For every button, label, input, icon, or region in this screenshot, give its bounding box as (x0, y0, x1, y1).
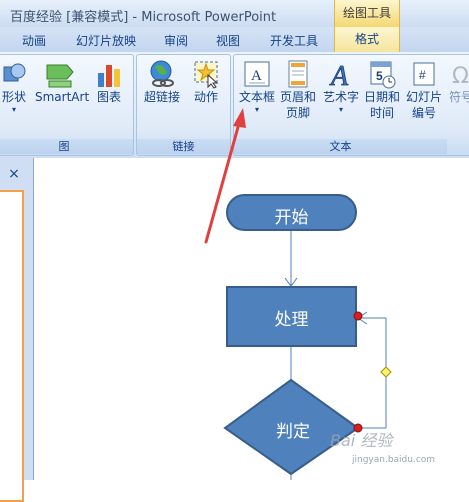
slide-number-glyph: # (419, 68, 426, 82)
slide-number-button[interactable]: # 幻灯片 编号 (404, 59, 444, 121)
smartart-icon (46, 64, 74, 88)
action-icon (194, 61, 219, 89)
tab-developer[interactable]: 开发工具 (270, 32, 318, 49)
slide-thumbnail[interactable] (0, 190, 24, 502)
calendar-clock-icon: 5 (370, 61, 396, 89)
start-shape-label: 开始 (274, 208, 309, 228)
smartart-button[interactable]: SmartArt (35, 59, 90, 105)
action-button[interactable]: 动作 (187, 59, 225, 105)
dropdown-arrow-icon: ▾ (254, 105, 259, 114)
action-label: 动作 (193, 90, 218, 104)
slide-number-label-line1: 幻灯片 (405, 90, 442, 104)
header-footer-label-line2: 页脚 (285, 106, 310, 120)
ribbon-tab-bar: 动画 幻灯片放映 审阅 视图 开发工具 格式 (0, 27, 469, 52)
calendar-digit: 5 (376, 69, 383, 83)
shapes-icon (3, 63, 26, 82)
baidu-watermark-url: jingyan.baidu.com (352, 455, 436, 465)
globe-link-icon (150, 60, 174, 87)
chart-icon (98, 65, 120, 87)
omega-symbol-icon: Ω (452, 64, 469, 89)
symbol-button[interactable]: Ω 符号 (446, 59, 469, 105)
group-label-text: 文本 (234, 139, 447, 154)
dropdown-arrow-icon: ▾ (11, 105, 16, 114)
shapes-button[interactable]: 形状 ▾ (0, 59, 29, 115)
ribbon-group-links: 超链接 动作 链接 (136, 54, 231, 156)
window-title: 百度经验 [兼容模式] - Microsoft PowerPoint (10, 10, 277, 25)
wordart-label: 艺术字 (322, 90, 359, 104)
drawing-tools-context-header: 绘图工具 (334, 0, 400, 27)
ribbon-group-text: A 文本框 ▾ 页眉和 页脚 A 艺术字 ▾ 5 日期和 时间 # 幻灯片 编号… (233, 54, 469, 156)
close-pane-icon[interactable]: × (4, 166, 24, 182)
header-footer-button[interactable]: 页眉和 页脚 (278, 59, 318, 121)
chart-button[interactable]: 图表 (91, 59, 127, 105)
svg-text:A: A (251, 68, 262, 84)
slide-number-label-line2: 编号 (411, 106, 436, 120)
process-shape-label: 处理 (274, 310, 309, 330)
chart-label: 图表 (96, 90, 121, 104)
symbol-label: 符号 (448, 90, 469, 104)
date-time-label-line1: 日期和 (363, 90, 400, 104)
tab-review[interactable]: 审阅 (164, 32, 188, 49)
svg-text:A: A (329, 61, 349, 89)
wordart-icon: A (329, 61, 350, 89)
textbox-button[interactable]: A 文本框 ▾ (236, 59, 278, 115)
header-footer-label-line1: 页眉和 (279, 90, 316, 104)
date-time-button[interactable]: 5 日期和 时间 (362, 59, 402, 121)
ribbon-group-illustrations: 形状 ▾ SmartArt 图表 图 (0, 54, 134, 156)
title-bar: 百度经验 [兼容模式] - Microsoft PowerPoint 绘图工具 (0, 0, 469, 27)
hyperlink-label: 超链接 (143, 90, 180, 104)
tab-format[interactable]: 格式 (334, 27, 400, 52)
tab-animations[interactable]: 动画 (22, 32, 46, 49)
group-label-links: 链接 (137, 139, 230, 154)
header-footer-icon (288, 60, 308, 88)
tab-view[interactable]: 视图 (216, 32, 240, 49)
textbox-icon: A (244, 61, 270, 87)
textbox-label: 文本框 (238, 90, 275, 104)
tab-slideshow[interactable]: 幻灯片放映 (76, 32, 136, 49)
smartart-label: SmartArt (35, 90, 90, 104)
hyperlink-button[interactable]: 超链接 (141, 59, 183, 105)
group-label-illustrations: 图 (0, 139, 133, 154)
wordart-button[interactable]: A 艺术字 ▾ (320, 59, 362, 115)
slides-pane: × (0, 158, 34, 502)
slide-number-icon: # (413, 62, 435, 86)
adjustment-handle[interactable] (380, 366, 392, 378)
dropdown-arrow-icon: ▾ (338, 105, 343, 114)
baidu-watermark: Bai 经验 (330, 431, 393, 450)
shapes-label: 形状 (1, 90, 26, 104)
svg-text:Ω: Ω (452, 64, 469, 89)
date-time-label-line2: 时间 (369, 106, 394, 120)
